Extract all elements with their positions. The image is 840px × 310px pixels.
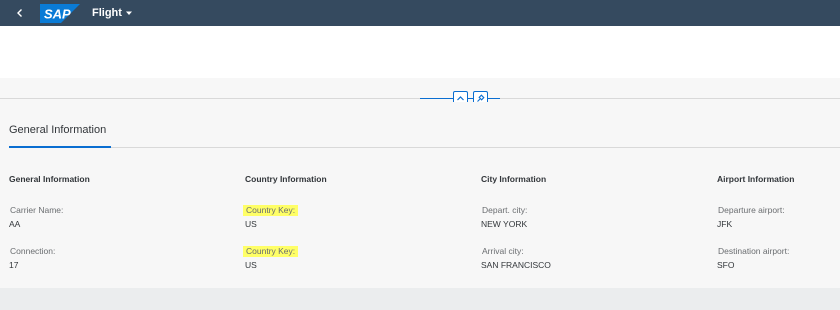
field-connection: Connection: 17: [9, 241, 90, 271]
back-icon: [17, 9, 22, 17]
field-carrier-name: Carrier Name: AA: [9, 200, 90, 230]
field-value: SFO: [717, 260, 735, 270]
tab-general-information[interactable]: General Information: [9, 124, 106, 136]
shell-bar: SAP Flight: [0, 0, 840, 26]
field-value: SAN FRANCISCO: [481, 260, 551, 270]
field-arrival-city: Arrival city: SAN FRANCISCO: [481, 241, 551, 271]
group-general-information: General Information Carrier Name: AA Con…: [9, 174, 90, 271]
group-title: General Information: [9, 174, 90, 184]
object-page-content: General Information General Information …: [0, 102, 840, 288]
group-title: City Information: [481, 174, 547, 184]
field-label: Depart. city:: [482, 205, 528, 215]
field-value: US: [245, 260, 257, 270]
app-title-menu[interactable]: Flight: [92, 7, 133, 19]
field-value: NEW YORK: [481, 219, 528, 229]
group-country-information: Country Information Country Key: US Coun…: [243, 174, 327, 271]
field-destination-airport: Destination airport: SFO: [717, 241, 794, 271]
app-title: Flight: [92, 7, 122, 19]
field-value: 17: [9, 260, 19, 270]
page-footer: [0, 288, 840, 310]
group-city-information: City Information Depart. city: NEW YORK …: [481, 174, 551, 271]
header-toggle-bar: [0, 78, 840, 106]
field-country-key: Country Key: US: [243, 200, 327, 230]
field-label: Departure airport:: [718, 205, 785, 215]
group-airport-information: Airport Information Departure airport: J…: [717, 174, 794, 271]
field-label-highlighted: Country Key:: [243, 246, 299, 257]
field-label: Arrival city:: [482, 246, 524, 256]
sap-logo-text: SAP: [44, 6, 71, 21]
field-country-key: Country Key: US: [243, 241, 327, 271]
group-title: Airport Information: [717, 174, 795, 184]
field-label-highlighted: Country Key:: [243, 205, 299, 216]
field-label: Destination airport:: [718, 246, 790, 256]
tab-selected-indicator: [9, 146, 111, 148]
section-divider: [9, 147, 840, 148]
group-title: Country Information: [245, 174, 327, 184]
chevron-down-icon: [125, 11, 132, 15]
field-value: JFK: [717, 219, 733, 229]
field-value: US: [245, 219, 257, 229]
object-header: [0, 26, 840, 78]
back-button[interactable]: [6, 0, 34, 26]
field-label: Carrier Name:: [10, 205, 64, 215]
field-label: Connection:: [10, 246, 56, 256]
field-value: AA: [9, 219, 21, 229]
field-departure-airport: Departure airport: JFK: [717, 200, 794, 230]
field-depart-city: Depart. city: NEW YORK: [481, 200, 551, 230]
sap-logo: SAP: [40, 3, 80, 23]
